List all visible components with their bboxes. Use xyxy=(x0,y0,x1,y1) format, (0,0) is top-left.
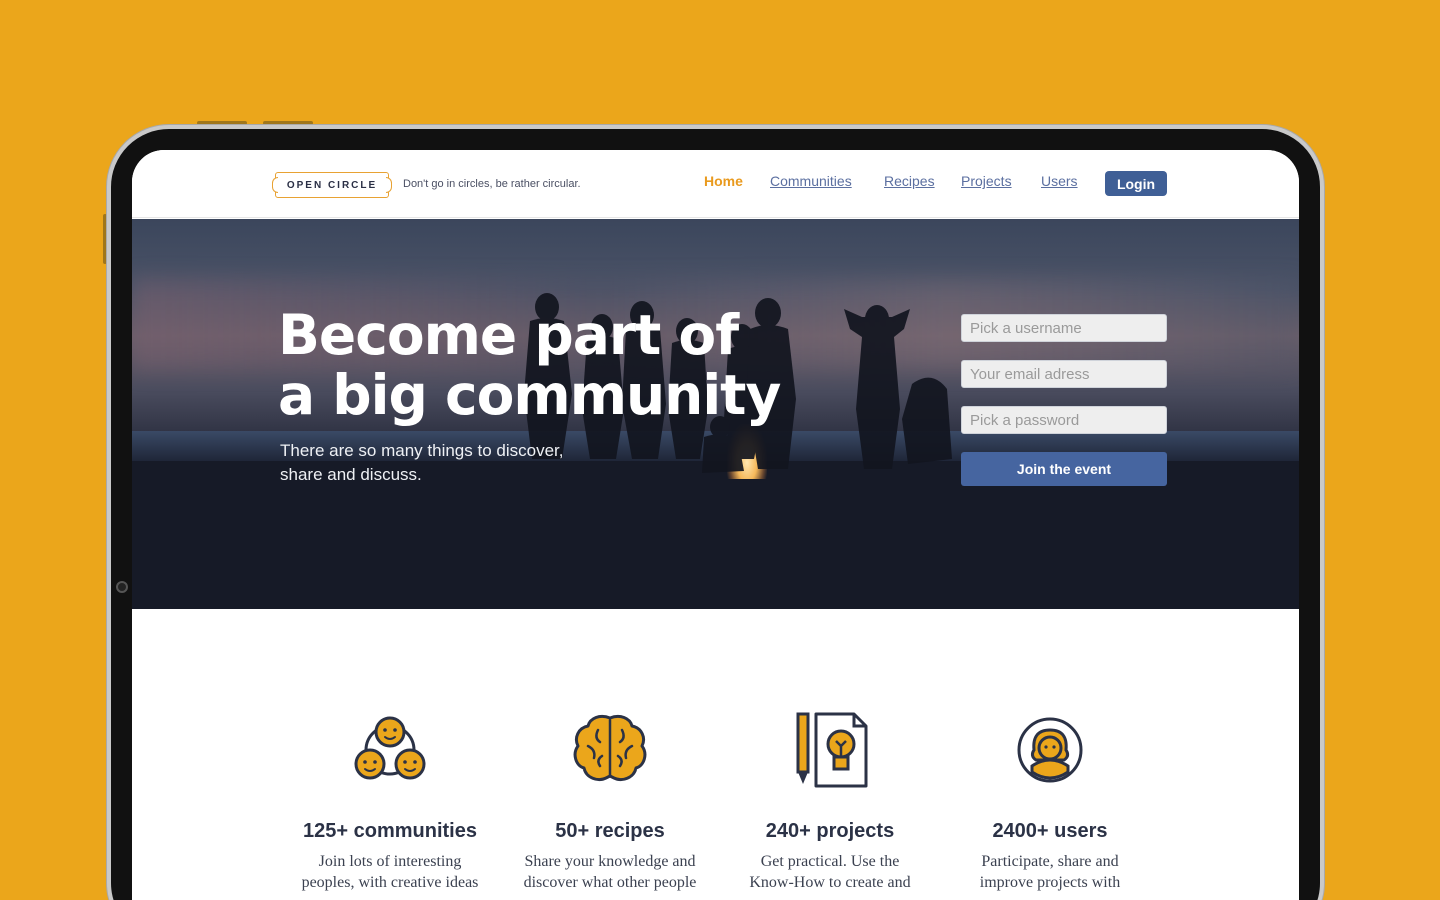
stat-communities: 125+ communities Join lots of interestin… xyxy=(280,710,500,893)
hero-title-line: a big community xyxy=(278,363,781,427)
idea-document-icon xyxy=(796,712,868,788)
nav-recipes[interactable]: Recipes xyxy=(884,173,935,189)
logo-text: OPEN CIRCLE xyxy=(286,179,378,191)
stat-description: Participate, share and improve projects … xyxy=(940,851,1160,893)
stat-projects: 240+ projects Get practical. Use the Kno… xyxy=(720,710,940,893)
stat-description-line: Participate, share and xyxy=(981,853,1119,870)
stat-description: Join lots of interesting peoples, with c… xyxy=(280,851,500,893)
device-camera xyxy=(116,581,128,593)
stat-users: 2400+ users Participate, share and impro… xyxy=(940,710,1160,893)
email-input[interactable] xyxy=(961,360,1167,388)
join-event-button[interactable]: Join the event xyxy=(961,452,1167,486)
stat-title: 125+ communities xyxy=(303,820,477,842)
nav-home[interactable]: Home xyxy=(704,173,743,189)
user-avatar-icon xyxy=(1017,717,1083,783)
hero-subtitle-line: There are so many things to discover, xyxy=(280,441,564,460)
stat-description-line: Join lots of interesting xyxy=(318,853,462,870)
stat-title: 2400+ users xyxy=(992,820,1108,842)
password-input[interactable] xyxy=(961,406,1167,434)
brain-icon xyxy=(573,714,647,782)
stat-description-line: Know-How to create and xyxy=(749,874,911,891)
site-header: OPEN CIRCLE Don't go in circles, be rath… xyxy=(132,150,1299,218)
stat-description-line: improve projects with xyxy=(979,874,1121,891)
hero-title-line: Become part of xyxy=(278,303,739,367)
stat-description: Share your knowledge and discover what o… xyxy=(500,851,720,893)
people-icon xyxy=(354,716,426,780)
stat-description-line: peoples, with creative ideas xyxy=(301,874,479,891)
hero-subtitle: There are so many things to discover, sh… xyxy=(280,439,610,487)
logo-arc-right xyxy=(386,177,392,193)
stat-description-line: discover what other people xyxy=(523,874,697,891)
stat-title: 50+ recipes xyxy=(555,820,665,842)
hero-title: Become part of a big community xyxy=(278,305,798,425)
site-tagline: Don't go in circles, be rather circular. xyxy=(403,178,581,190)
nav-projects[interactable]: Projects xyxy=(961,173,1012,189)
site-logo[interactable]: OPEN CIRCLE xyxy=(272,172,392,198)
nav-users[interactable]: Users xyxy=(1041,173,1078,189)
hero-section: Become part of a big community There are… xyxy=(132,219,1299,609)
tablet-screen: OPEN CIRCLE Don't go in circles, be rath… xyxy=(132,150,1299,900)
stat-description-line: Get practical. Use the xyxy=(760,853,900,870)
logo-arc-left xyxy=(272,177,278,193)
nav-communities[interactable]: Communities xyxy=(770,173,852,189)
stat-title: 240+ projects xyxy=(765,820,895,842)
stat-recipes: 50+ recipes Share your knowledge and dis… xyxy=(500,710,720,893)
hero-subtitle-line: share and discuss. xyxy=(280,465,422,484)
stat-description: Get practical. Use the Know-How to creat… xyxy=(720,851,940,893)
username-input[interactable] xyxy=(961,314,1167,342)
login-button[interactable]: Login xyxy=(1105,171,1167,196)
stat-description-line: Share your knowledge and xyxy=(524,853,696,870)
